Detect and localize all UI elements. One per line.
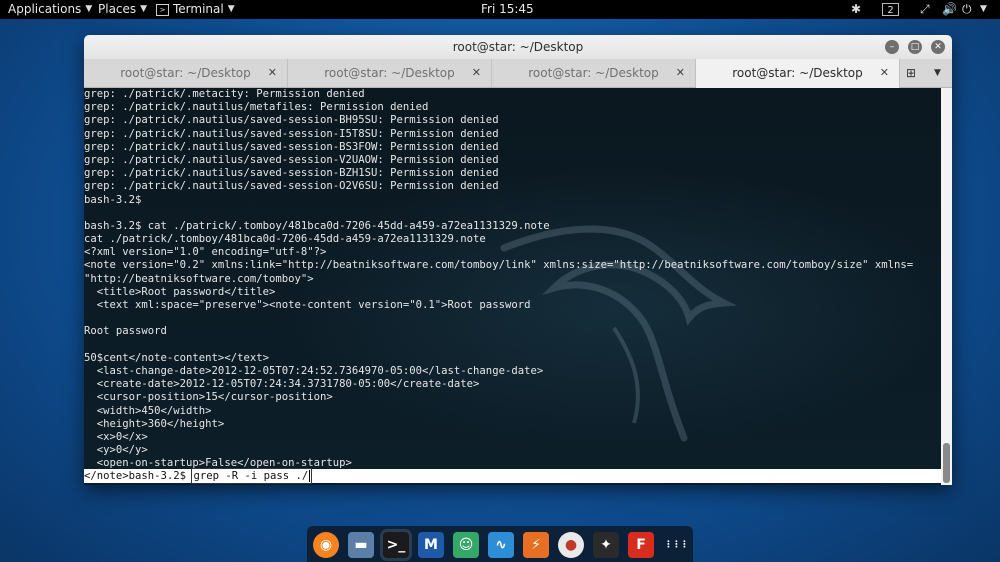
power-icon[interactable]: ⏻ (962, 0, 972, 19)
terminal-line: grep: ./patrick/.nautilus/saved-session-… (84, 180, 499, 193)
applications-label: Applications (8, 2, 82, 16)
terminal-line: <note version="0.2" xmlns:link="http://b… (84, 259, 914, 272)
terminal-output[interactable]: grep: ./patrick/.metacity: Permission de… (84, 88, 941, 485)
chevron-down-icon: ▼ (227, 4, 235, 14)
tab-1[interactable]: root@star: ~/Desktop ✕ (84, 59, 288, 87)
window-title: root@star: ~/Desktop (452, 40, 584, 54)
terminal-line: grep: ./patrick/.metacity: Permission de… (84, 88, 365, 100)
terminal-line: grep: ./patrick/.nautilus/metafiles: Per… (84, 101, 429, 114)
terminal-line: <width>450</width> (84, 404, 212, 417)
command-text: grep -R -i pass ./ (193, 470, 309, 482)
window-manager-icon[interactable]: ✱ (851, 0, 861, 19)
applications-menu[interactable]: Applications ▼ (8, 0, 92, 19)
close-icon[interactable]: ✕ (931, 40, 945, 54)
terminal-line: grep: ./patrick/.nautilus/saved-session-… (84, 114, 499, 127)
terminal-scrollbar[interactable] (941, 88, 952, 485)
terminal-line: bash-3.2$ cat ./patrick/.tomboy/481bca0d… (84, 219, 550, 232)
terminal-line: grep: ./patrick/.nautilus/saved-session-… (84, 127, 499, 140)
clock[interactable]: Fri 15:45 (481, 0, 534, 19)
places-label: Places (98, 2, 137, 16)
terminal-line: bash-3.2$ (84, 193, 142, 206)
terminal-line: cat ./patrick/.tomboy/481bca0d-7206-45dd… (84, 233, 486, 246)
terminal-line: <y>0</y> (84, 444, 148, 457)
terminal-line: <?xml version="1.0" encoding="utf-8"?> (84, 246, 327, 259)
metasploit-icon[interactable]: M (418, 532, 444, 558)
scrollbar-thumb[interactable] (943, 443, 950, 483)
terminal-line: <x>0</x> (84, 430, 148, 443)
terminal-line: <title>Root password</title> (84, 285, 276, 298)
tab-label: root@star: ~/Desktop (528, 66, 659, 80)
top-panel: Applications ▼ Places ▼ > Terminal ▼ Fri… (0, 0, 1000, 19)
tab-close-icon[interactable]: ✕ (268, 59, 277, 87)
tab-4[interactable]: root@star: ~/Desktop ✕ (696, 59, 900, 88)
tab-close-icon[interactable]: ✕ (880, 59, 889, 87)
tab-label: root@star: ~/Desktop (324, 66, 455, 80)
window-titlebar[interactable]: root@star: ~/Desktop – □ ✕ (84, 35, 952, 60)
places-menu[interactable]: Places ▼ (98, 0, 147, 19)
minimize-icon[interactable]: – (885, 40, 899, 54)
terminal-line: <last-change-date>2012-12-05T07:24:52.73… (84, 364, 544, 377)
files-icon[interactable]: ▬ (348, 532, 374, 558)
armitage-icon[interactable]: ☺ (453, 532, 479, 558)
system-menu-chevron-icon[interactable]: ▼ (980, 0, 987, 19)
terminal-line: grep: ./patrick/.nautilus/saved-session-… (84, 153, 499, 166)
terminal-app-menu[interactable]: > Terminal ▼ (156, 0, 235, 19)
terminal-line: <cursor-position>15</cursor-position> (84, 391, 333, 404)
terminal-line: <text xml:space="preserve"><note-content… (84, 299, 531, 311)
firefox-icon[interactable]: ◉ (313, 532, 339, 558)
terminal-line: 50$cent</note-content></text> (84, 351, 269, 364)
terminal-line: "http://beatniksoftware.com/tomboy"> (84, 272, 314, 285)
chevron-down-icon: ▼ (140, 4, 148, 14)
tab-3[interactable]: root@star: ~/Desktop ✕ (492, 59, 696, 87)
prompt-line[interactable]: </note>bash-3.2$ grep -R -i pass ./ (84, 468, 941, 484)
text-cursor (309, 470, 311, 482)
terminal-line: <height>360</height> (84, 417, 225, 430)
volume-icon[interactable]: 🔊 (942, 0, 957, 19)
terminal-small-icon: > (156, 3, 169, 16)
tab-2[interactable]: root@star: ~/Desktop ✕ (288, 59, 492, 87)
tab-close-icon[interactable]: ✕ (472, 59, 481, 87)
tab-label: root@star: ~/Desktop (732, 66, 863, 80)
wireshark-icon[interactable]: ∿ (488, 532, 514, 558)
terminal-window: root@star: ~/Desktop – □ ✕ root@star: ~/… (84, 35, 952, 485)
maximize-icon[interactable]: □ (908, 40, 922, 54)
chevron-down-icon: ▼ (85, 4, 93, 14)
new-tab-icon[interactable]: ⊞ (906, 59, 916, 87)
tab-menu-chevron-icon[interactable]: ▼ (934, 59, 941, 87)
command-input[interactable]: grep -R -i pass ./ (191, 468, 313, 484)
maltego-icon[interactable]: ● (558, 532, 584, 558)
terminal-line: grep: ./patrick/.nautilus/saved-session-… (84, 167, 499, 180)
workspace-number: 2 (882, 3, 899, 16)
terminal-lines: grep: ./patrick/.metacity: Permission de… (84, 88, 913, 470)
tab-close-icon[interactable]: ✕ (676, 59, 685, 87)
terminal-line: <create-date>2012-12-05T07:24:34.3731780… (84, 378, 480, 391)
dock: ◉ ▬ >_ M ☺ ∿ ⚡ ● ✦ F ⋮⋮⋮ (307, 526, 693, 562)
terminal-line: grep: ./patrick/.nautilus/saved-session-… (84, 140, 499, 153)
burpsuite-icon[interactable]: ⚡ (523, 532, 549, 558)
terminal-icon[interactable]: >_ (383, 532, 409, 558)
show-apps-icon[interactable]: ⋮⋮⋮ (663, 532, 689, 558)
workspace-indicator[interactable]: 2 (882, 0, 899, 19)
beef-icon[interactable]: ✦ (593, 532, 619, 558)
terminal-app-label: Terminal (173, 2, 224, 16)
tab-bar: root@star: ~/Desktop ✕ root@star: ~/Desk… (84, 59, 952, 88)
prompt-text: </note>bash-3.2$ (84, 470, 193, 482)
terminal-line: Root password (84, 325, 167, 338)
network-icon[interactable]: ⤢ (920, 0, 930, 19)
faraday-icon[interactable]: F (628, 532, 654, 558)
clock-label: Fri 15:45 (481, 2, 534, 16)
tab-label: root@star: ~/Desktop (120, 66, 251, 80)
